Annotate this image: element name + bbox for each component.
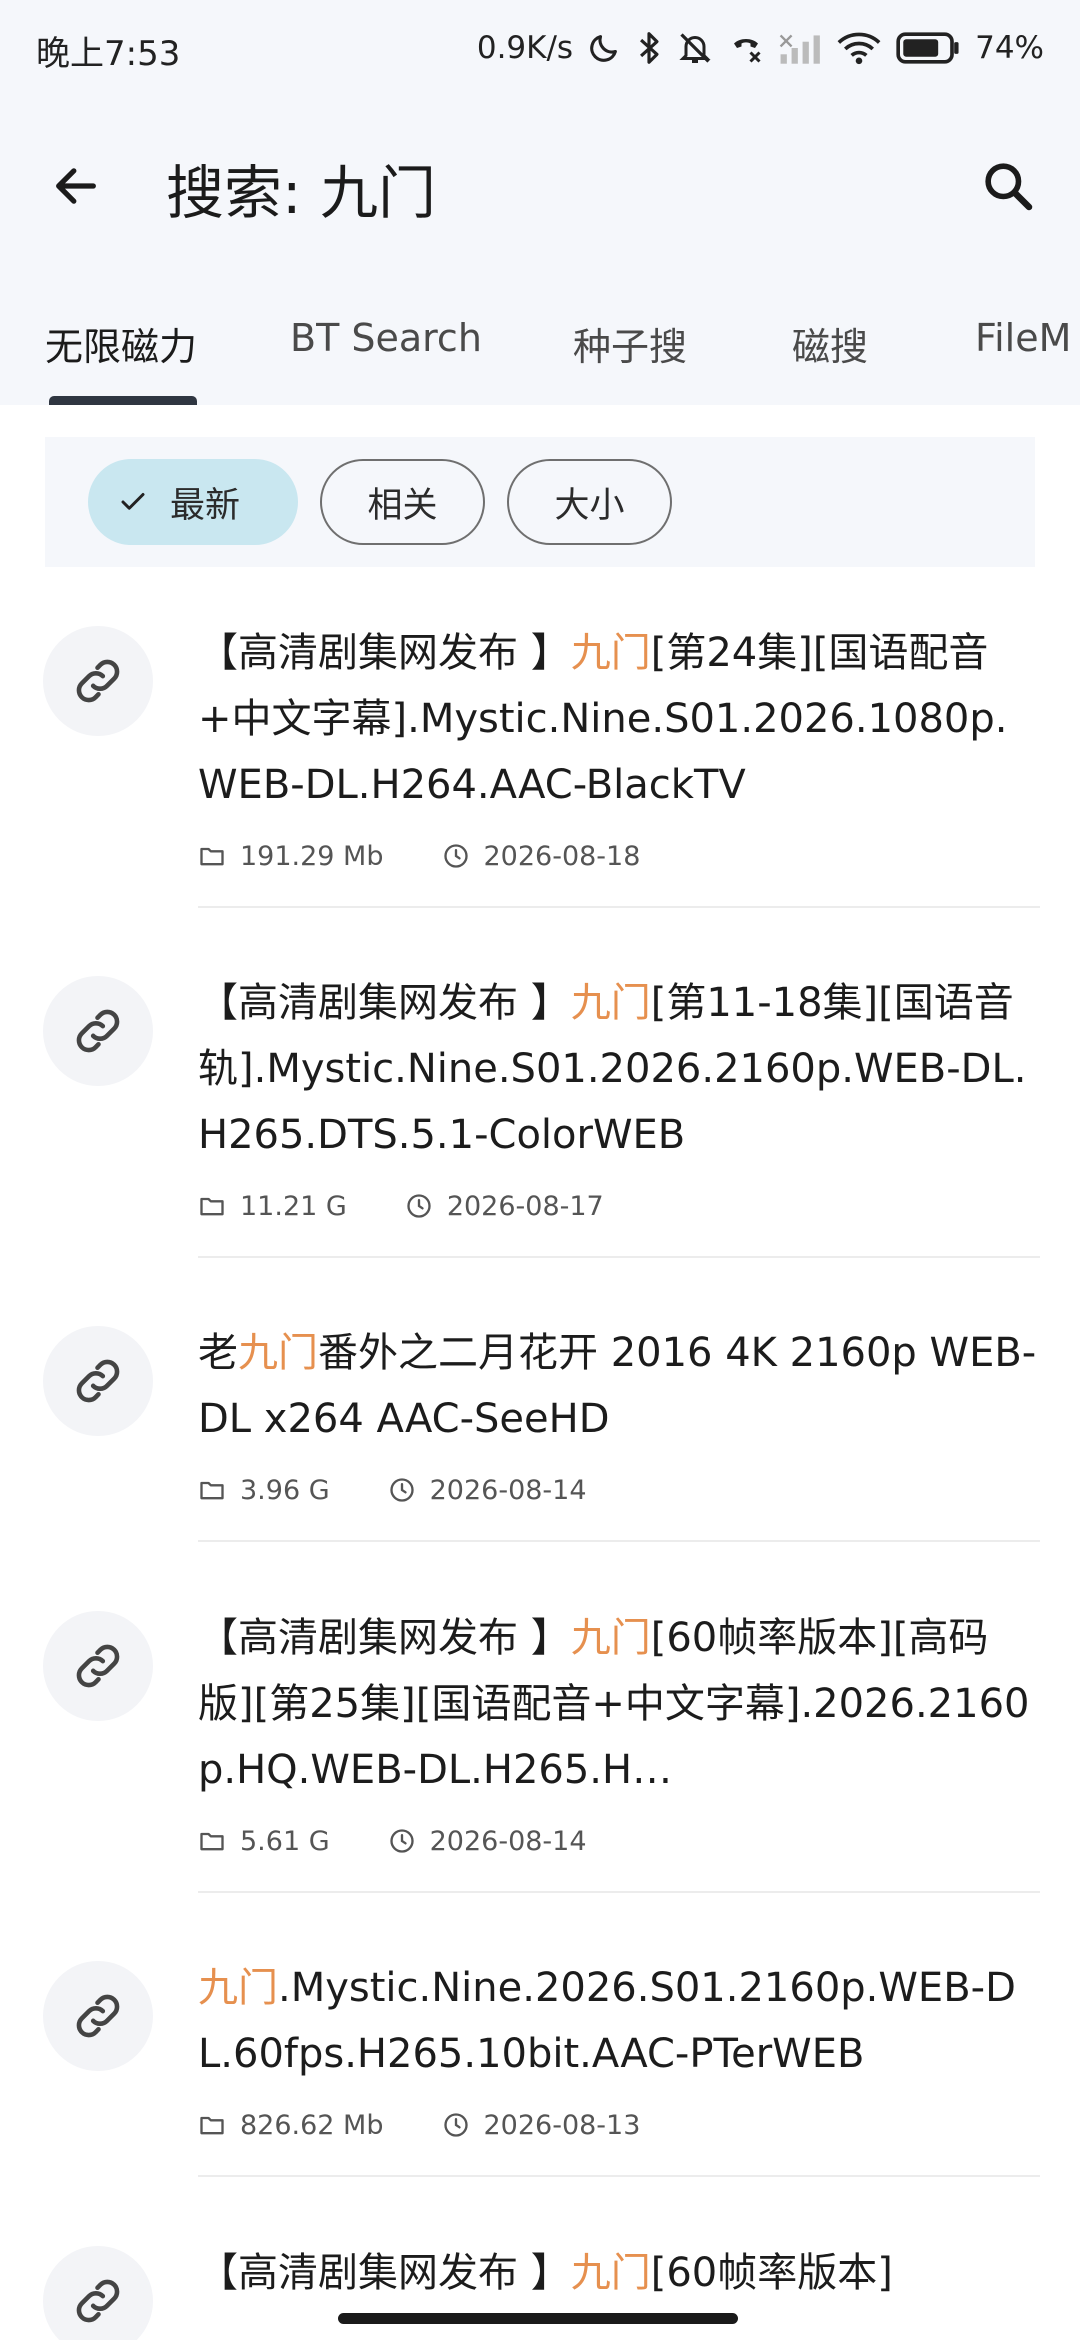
- clock-icon: [389, 1829, 414, 1853]
- status-bar: 晚上7:53 0.9K/s 74%: [0, 0, 1080, 96]
- tab-ci-sou[interactable]: 磁搜: [792, 316, 868, 371]
- file-date: 2026-08-13: [483, 2109, 641, 2141]
- title-prefix: 【高清剧集网发布 】: [198, 980, 571, 1026]
- keyword-highlight: 九门: [570, 630, 651, 676]
- link-icon: [76, 1009, 120, 1053]
- file-size: 191.29 Mb: [240, 840, 384, 872]
- clock-icon: [443, 844, 468, 868]
- clock-icon: [389, 1478, 414, 1502]
- clock-icon: [443, 2113, 468, 2137]
- link-avatar: [43, 1326, 153, 1436]
- link-avatar: [43, 626, 153, 736]
- network-speed: 0.9K/s: [476, 30, 574, 66]
- status-icons: 0.9K/s 74%: [477, 20, 1044, 76]
- sort-chip-newest[interactable]: 最新: [88, 459, 298, 545]
- sort-options: 最新 相关 大小: [45, 437, 1035, 567]
- title-prefix: 【高清剧集网发布 】: [198, 1615, 571, 1661]
- bell-off-icon: [679, 33, 711, 63]
- bluetooth-icon: [640, 32, 659, 64]
- file-date: 2026-08-18: [483, 840, 641, 872]
- phone-off-icon: [734, 39, 761, 63]
- battery-icon: [896, 32, 959, 64]
- sort-chip-label: 大小: [554, 485, 625, 526]
- back-button[interactable]: [28, 138, 124, 234]
- result-meta: 11.21 G 2026-08-17: [198, 1186, 604, 1226]
- sort-chip-relevance[interactable]: 相关: [320, 459, 485, 545]
- sort-chip-label: 相关: [367, 485, 438, 526]
- result-title: 【高清剧集网发布 】九门[第11-18集][国语音轨].Mystic.Nine.…: [198, 970, 1040, 1168]
- title-prefix: 老: [198, 1330, 238, 1376]
- search-icon: [985, 163, 1033, 211]
- link-avatar: [43, 976, 153, 1086]
- file-size: 826.62 Mb: [240, 2109, 384, 2141]
- home-indicator[interactable]: [338, 2313, 738, 2324]
- file-size: 3.96 G: [240, 1474, 330, 1506]
- link-icon: [76, 1994, 120, 2038]
- result-meta: 191.29 Mb 2026-08-18: [198, 836, 640, 876]
- result-list: 【高清剧集网发布 】九门[第24集][国语配音+中文字幕].Mystic.Nin…: [0, 590, 1080, 2340]
- arrow-left-icon: [56, 168, 96, 204]
- divider: [198, 1540, 1040, 1542]
- keyword-highlight: 九门: [570, 2250, 651, 2296]
- keyword-highlight: 九门: [198, 1965, 278, 2011]
- app-bar: 搜索: 九门: [0, 96, 1080, 276]
- source-tabs: 无限磁力 BT Search 种子搜 磁搜 FileM: [0, 300, 1080, 405]
- folder-icon: [200, 1481, 224, 1500]
- divider: [198, 1891, 1040, 1893]
- search-button[interactable]: [960, 138, 1056, 234]
- sort-chip-size[interactable]: 大小: [507, 459, 672, 545]
- link-avatar: [43, 2246, 153, 2340]
- battery-percent: 74%: [975, 30, 1044, 66]
- file-date: 2026-08-14: [429, 1474, 587, 1506]
- title-prefix: 【高清剧集网发布 】: [198, 630, 571, 676]
- divider: [198, 1256, 1040, 1258]
- link-icon: [76, 2279, 120, 2323]
- link-icon: [76, 1644, 120, 1688]
- link-avatar: [43, 1961, 153, 2071]
- file-date: 2026-08-17: [446, 1190, 604, 1222]
- result-title: 【高清剧集网发布 】九门[60帧率版本]: [198, 2240, 1040, 2306]
- result-meta: 826.62 Mb 2026-08-13: [198, 2105, 640, 2145]
- file-size: 5.61 G: [240, 1825, 330, 1857]
- folder-icon: [200, 847, 224, 866]
- tab-filem[interactable]: FileM: [975, 316, 1071, 360]
- tab-bt-search[interactable]: BT Search: [290, 316, 482, 360]
- link-avatar: [43, 1611, 153, 1721]
- title-prefix: 【高清剧集网发布 】: [198, 2250, 571, 2296]
- moon-icon: [590, 35, 617, 62]
- title-suffix: [60帧率版本]: [650, 2250, 893, 2296]
- link-icon: [76, 1359, 120, 1403]
- tab-indicator: [49, 396, 197, 405]
- wifi-icon: [837, 32, 881, 65]
- result-title: 【高清剧集网发布 】九门[60帧率版本][高码版][第25集][国语配音+中文字…: [198, 1605, 1040, 1803]
- status-time: 晚上7:53: [36, 34, 181, 74]
- keyword-highlight: 九门: [570, 980, 651, 1026]
- tab-wuxian-cili[interactable]: 无限磁力: [45, 316, 197, 371]
- file-size: 11.21 G: [240, 1190, 347, 1222]
- result-title: 九门.Mystic.Nine.2026.S01.2160p.WEB-DL.60f…: [198, 1955, 1040, 2087]
- result-meta: 5.61 G 2026-08-14: [198, 1821, 587, 1861]
- keyword-highlight: 九门: [238, 1330, 318, 1376]
- divider: [198, 906, 1040, 908]
- folder-icon: [200, 2116, 224, 2135]
- result-title: 老九门番外之二月花开 2016 4K 2160p WEB-DL x264 AAC…: [198, 1320, 1040, 1452]
- divider: [198, 2175, 1040, 2177]
- keyword-highlight: 九门: [570, 1615, 651, 1661]
- title-suffix: .Mystic.Nine.2026.S01.2160p.WEB-DL.60fps…: [198, 1965, 1016, 2077]
- folder-icon: [200, 1832, 224, 1851]
- file-date: 2026-08-14: [429, 1825, 587, 1857]
- check-icon: [121, 493, 145, 510]
- page-title: 搜索: 九门: [166, 159, 436, 227]
- folder-icon: [200, 1197, 224, 1216]
- clock-icon: [407, 1194, 431, 1218]
- tab-zhongzi-sou[interactable]: 种子搜: [573, 316, 687, 371]
- signal-icon: [779, 34, 820, 64]
- result-title: 【高清剧集网发布 】九门[第24集][国语配音+中文字幕].Mystic.Nin…: [198, 620, 1040, 818]
- result-meta: 3.96 G 2026-08-14: [198, 1470, 587, 1510]
- link-icon: [76, 659, 120, 703]
- sort-chip-label: 最新: [170, 485, 241, 526]
- title-suffix: 番外之二月花开 2016 4K 2160p WEB-DL x264 AAC-Se…: [198, 1330, 1037, 1442]
